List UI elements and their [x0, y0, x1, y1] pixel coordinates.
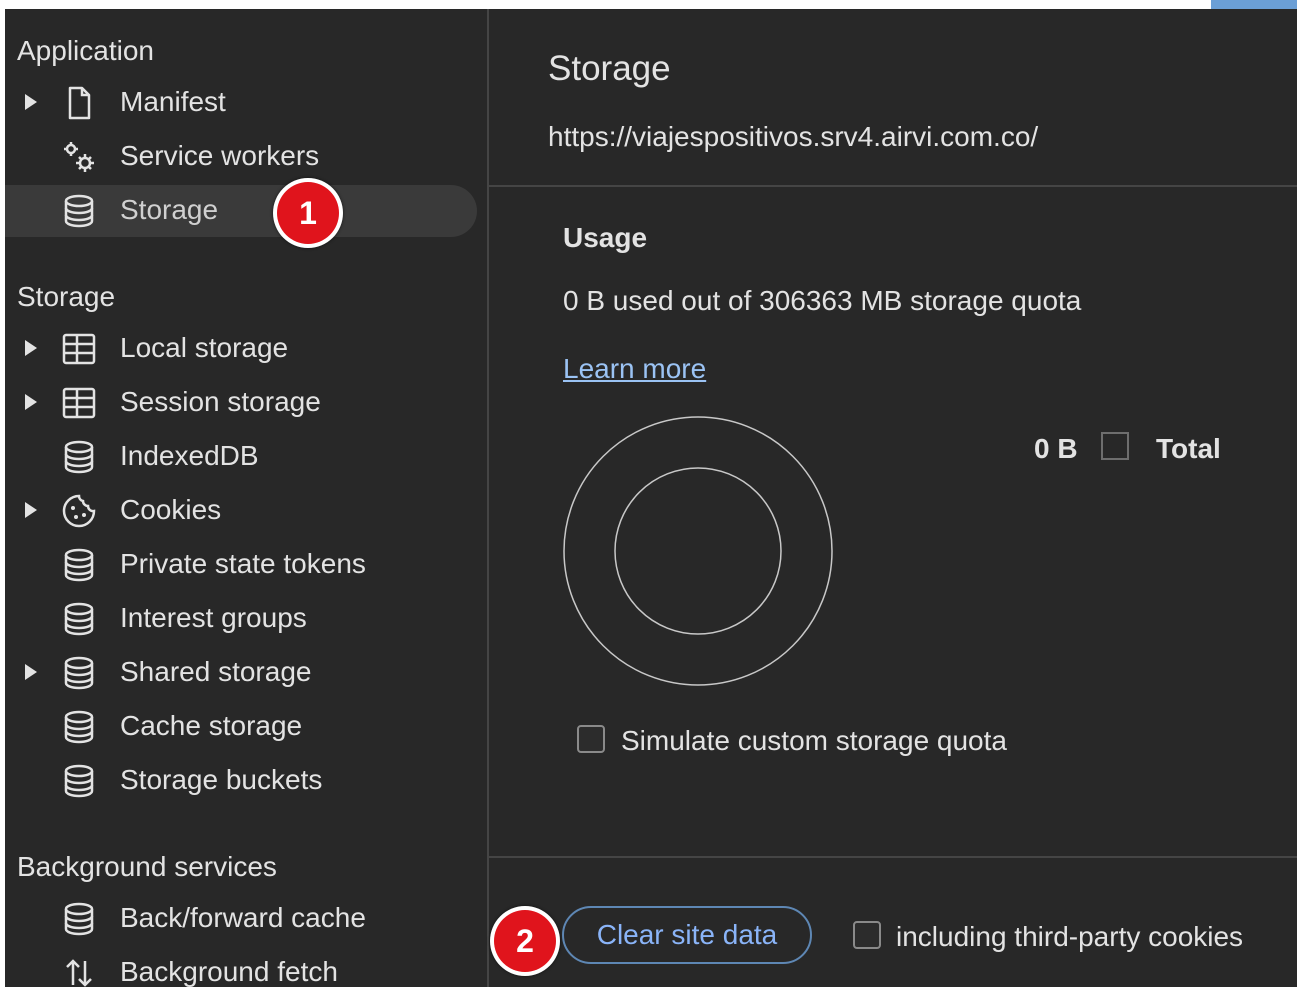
clear-site-data-button[interactable]: Clear site data — [562, 906, 812, 964]
callout-marker-2: 2 — [490, 906, 560, 976]
callout-number-1: 1 — [277, 182, 339, 244]
callout-marker-1: 1 — [273, 178, 343, 248]
sidebar-item-label: Shared storage — [120, 656, 312, 687]
origin-url: https://viajespositivos.srv4.airvi.com.c… — [548, 121, 1039, 152]
sidebar-item-label: IndexedDB — [120, 440, 259, 471]
section-title-application: Application — [17, 35, 154, 66]
sidebar-item-label: Service workers — [120, 140, 320, 171]
database-icon — [61, 547, 97, 583]
file-icon — [61, 85, 97, 121]
sidebar: Application Manifest Service workers Storag… — [5, 9, 487, 987]
third-party-cookies-label[interactable]: including third-party cookies — [896, 921, 1243, 953]
sidebar-item-indexeddb[interactable]: IndexedDB — [5, 431, 477, 483]
sidebar-item-storage-buckets[interactable]: Storage buckets — [5, 755, 477, 807]
legend-total-swatch — [1101, 432, 1129, 460]
sidebar-item-label: Interest groups — [120, 602, 307, 633]
sidebar-item-session-storage[interactable]: Session storage — [5, 377, 477, 429]
database-icon — [61, 193, 97, 229]
simulate-quota-checkbox[interactable] — [577, 725, 605, 753]
footer-divider — [489, 856, 1297, 858]
sidebar-item-shared-storage[interactable]: Shared storage — [5, 647, 477, 699]
sidebar-item-back-forward-cache[interactable]: Back/forward cache — [5, 893, 477, 945]
table-icon — [61, 331, 97, 367]
section-title-background-services: Background services — [17, 851, 277, 882]
storage-panel: Storage https://viajespositivos.srv4.air… — [489, 9, 1297, 987]
sidebar-item-label: Storage — [120, 194, 219, 225]
database-icon — [61, 763, 97, 799]
sidebar-item-local-storage[interactable]: Local storage — [5, 323, 477, 375]
usage-donut-chart — [563, 416, 833, 686]
sidebar-item-manifest[interactable]: Manifest — [5, 77, 477, 129]
sync-arrows-icon — [61, 955, 97, 987]
expand-arrow-icon[interactable] — [25, 94, 37, 110]
page-title: Storage — [548, 49, 671, 88]
sidebar-item-cookies[interactable]: Cookies — [5, 485, 477, 537]
sidebar-item-label: Manifest — [120, 86, 226, 117]
learn-more-link[interactable]: Learn more — [563, 353, 706, 385]
expand-arrow-icon[interactable] — [25, 394, 37, 410]
table-icon — [61, 385, 97, 421]
sidebar-item-private-state-tokens[interactable]: Private state tokens — [5, 539, 477, 591]
legend-total-label: Total — [1156, 433, 1221, 464]
database-icon — [61, 709, 97, 745]
sidebar-item-label: Private state tokens — [120, 548, 366, 579]
database-icon — [61, 439, 97, 475]
expand-arrow-icon[interactable] — [25, 664, 37, 680]
sidebar-item-label: Cookies — [120, 494, 222, 525]
sidebar-item-service-workers[interactable]: Service workers — [5, 131, 477, 183]
sidebar-item-cache-storage[interactable]: Cache storage — [5, 701, 477, 753]
usage-text: 0 B used out of 306363 MB storage quota — [563, 285, 1082, 316]
window-top-edge — [0, 0, 1297, 9]
expand-arrow-icon[interactable] — [25, 340, 37, 356]
expand-arrow-icon[interactable] — [25, 502, 37, 518]
database-icon — [61, 901, 97, 937]
sidebar-item-storage[interactable]: Storage — [5, 185, 477, 237]
sidebar-item-label: Back/forward cache — [120, 902, 366, 933]
cookie-icon — [61, 493, 97, 529]
simulate-quota-label[interactable]: Simulate custom storage quota — [621, 725, 1007, 757]
header-divider — [489, 185, 1297, 187]
database-icon — [61, 655, 97, 691]
gears-icon — [61, 139, 97, 175]
sidebar-item-label: Background fetch — [120, 956, 338, 987]
callout-number-2: 2 — [494, 910, 556, 972]
database-icon — [61, 601, 97, 637]
donut-outer-ring — [563, 416, 833, 686]
donut-inner-ring — [614, 467, 782, 635]
sidebar-item-interest-groups[interactable]: Interest groups — [5, 593, 477, 645]
sidebar-item-background-fetch[interactable]: Background fetch — [5, 947, 477, 987]
section-title-storage: Storage — [17, 281, 116, 312]
third-party-cookies-checkbox[interactable] — [853, 921, 881, 949]
sidebar-item-label: Session storage — [120, 386, 321, 417]
legend-total-value: 0 B — [1034, 433, 1078, 464]
sidebar-item-label: Local storage — [120, 332, 289, 363]
sidebar-item-label: Storage buckets — [120, 764, 323, 795]
sidebar-item-label: Cache storage — [120, 710, 303, 741]
usage-heading: Usage — [563, 222, 648, 253]
